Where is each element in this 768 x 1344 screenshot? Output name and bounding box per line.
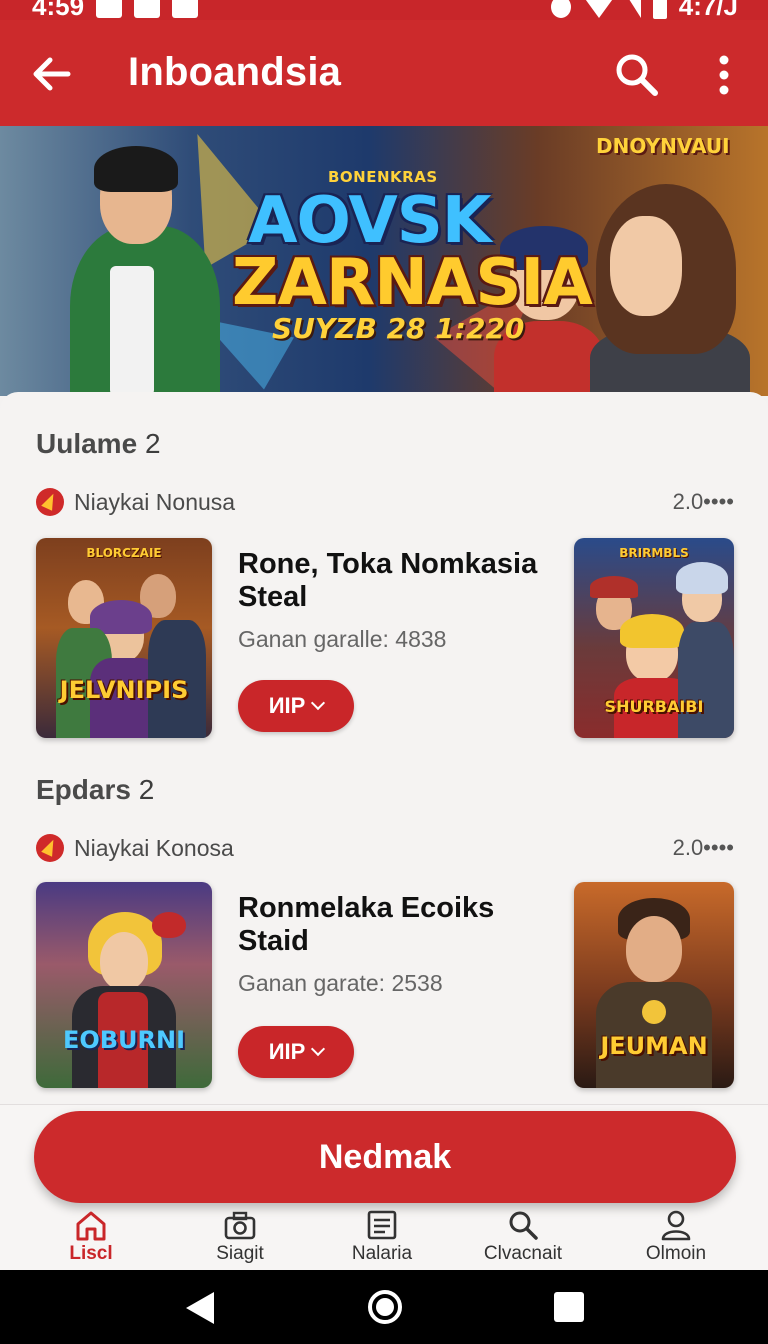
wifi-icon (582, 0, 615, 18)
chip-label: ИIP (268, 693, 306, 718)
nav-label: Siagit (216, 1243, 264, 1264)
page-title: Inboandsia (128, 50, 342, 94)
thumbnail-label: EOBURNI (62, 1026, 186, 1054)
item-title[interactable]: Ronmelaka Ecoiks Staid (238, 892, 548, 958)
game-thumbnail[interactable]: BLORCZAIE JELVNIPIS (36, 538, 212, 738)
notification-icon (134, 0, 161, 18)
character-feather (152, 912, 186, 938)
source-logo-icon (36, 834, 64, 862)
primary-action-button[interactable]: Nedmak (34, 1111, 736, 1203)
game-thumbnail[interactable]: JEUMAN (574, 882, 734, 1088)
back-arrow-icon (33, 57, 71, 91)
vibrate-icon (550, 0, 571, 18)
source-row[interactable]: Niaykai Konosa 2.0•••• (36, 832, 734, 864)
search-icon (509, 1211, 538, 1240)
character-pendant (642, 1000, 666, 1024)
nav-item-list[interactable]: Nalaria (317, 1209, 447, 1271)
system-home-icon[interactable] (368, 1290, 402, 1324)
hero-left-hair (94, 146, 178, 192)
nav-label: Liscl (69, 1243, 113, 1264)
thumbnail-label: SHURBAIBI (604, 697, 704, 716)
source-version: 2.0•••• (672, 835, 734, 860)
character-hair (620, 614, 684, 648)
game-thumbnail[interactable]: BRIRMBLS SHURBAIBI (574, 538, 734, 738)
profile-icon (661, 1210, 691, 1241)
item-title[interactable]: Rone, Toka Nomkasia Steal (238, 548, 548, 614)
play-store-icon (172, 0, 199, 18)
chevron-down-icon (311, 695, 326, 711)
banner-title-line2: ZARNASIA (232, 246, 593, 320)
hero-right-head (610, 216, 682, 316)
thumbnail-top-text: BRIRMBLS (619, 546, 689, 560)
banner-date: SUYZB 28 1:220 (272, 312, 525, 345)
character-cap (590, 576, 638, 598)
nav-label: Olmoin (645, 1243, 707, 1264)
app-bar: Inboandsia (0, 20, 768, 126)
source-row[interactable]: Niaykai Nonusa 2.0•••• (36, 486, 734, 518)
bottom-area: Nedmak Liscl Siagit Nalaria Clvacnait Ol… (0, 1104, 768, 1270)
tip-dropdown-button[interactable]: ИIP (238, 1026, 354, 1078)
more-options-button[interactable] (704, 50, 744, 100)
thumbnail-label: JELVNIPIS (59, 676, 189, 704)
gmail-icon (96, 0, 123, 18)
section-header: Uulame 2 (36, 428, 161, 460)
search-button[interactable] (612, 50, 662, 100)
status-bar: 4:59 4:7/J (0, 0, 768, 20)
character-hair (676, 562, 728, 594)
source-logo-icon (36, 488, 64, 516)
promo-banner[interactable]: DNOYNVAUI BONENKRAS AOVSK ZARNASIA SUYZB… (0, 126, 768, 396)
home-icon (76, 1211, 106, 1241)
more-vert-icon (719, 55, 729, 95)
section-header: Epdars 2 (36, 774, 154, 806)
source-version: 2.0•••• (672, 489, 734, 514)
banner-badge: DNOYNVAUI (596, 134, 730, 158)
thumbnail-top-text: BLORCZAIE (86, 546, 162, 560)
system-back-icon[interactable] (186, 1292, 214, 1324)
content-sheet: Uulame 2 Niaykai Nonusa 2.0•••• BLORCZAI… (0, 392, 768, 1122)
chip-label: ИIP (268, 1039, 306, 1064)
signal-icon (626, 0, 641, 18)
nav-item-search[interactable]: Clvacnait (458, 1209, 588, 1271)
section-count: 2 (138, 774, 155, 805)
search-icon (616, 54, 658, 96)
nav-item-camera[interactable]: Siagit (175, 1209, 305, 1271)
camera-icon (224, 1211, 256, 1240)
status-time: 4:59 (32, 0, 85, 20)
nav-item-home[interactable]: Liscl (26, 1209, 156, 1271)
tip-dropdown-button[interactable]: ИIP (238, 680, 354, 732)
source-name: Niaykai Nonusa (74, 488, 236, 515)
battery-text: 4:7/J (678, 0, 738, 20)
section-count: 2 (144, 428, 161, 459)
thumbnail-label: JEUMAN (600, 1032, 708, 1060)
nav-label: Nalaria (351, 1243, 413, 1264)
character-head (626, 916, 682, 982)
item-meta: Ganan garate: 2538 (238, 970, 443, 996)
hero-left-shirt (110, 266, 154, 396)
system-navigation-bar (0, 1270, 768, 1344)
list-icon (367, 1210, 397, 1240)
section-title: Uulame (36, 428, 138, 459)
nav-label: Clvacnait (483, 1243, 563, 1264)
chevron-down-icon (311, 1041, 326, 1057)
section-title: Epdars (36, 774, 131, 805)
system-recents-icon[interactable] (554, 1292, 584, 1322)
character-head (100, 932, 148, 990)
item-meta: Ganan garalle: 4838 (238, 626, 447, 652)
back-button[interactable] (28, 50, 76, 98)
source-name: Niaykai Konosa (74, 834, 234, 861)
bottom-navigation: Liscl Siagit Nalaria Clvacnait Olmoin (0, 1209, 768, 1271)
battery-icon (652, 0, 667, 19)
game-thumbnail[interactable]: EOBURNI (36, 882, 212, 1088)
nav-item-profile[interactable]: Olmoin (611, 1209, 741, 1271)
character-body (678, 622, 734, 738)
